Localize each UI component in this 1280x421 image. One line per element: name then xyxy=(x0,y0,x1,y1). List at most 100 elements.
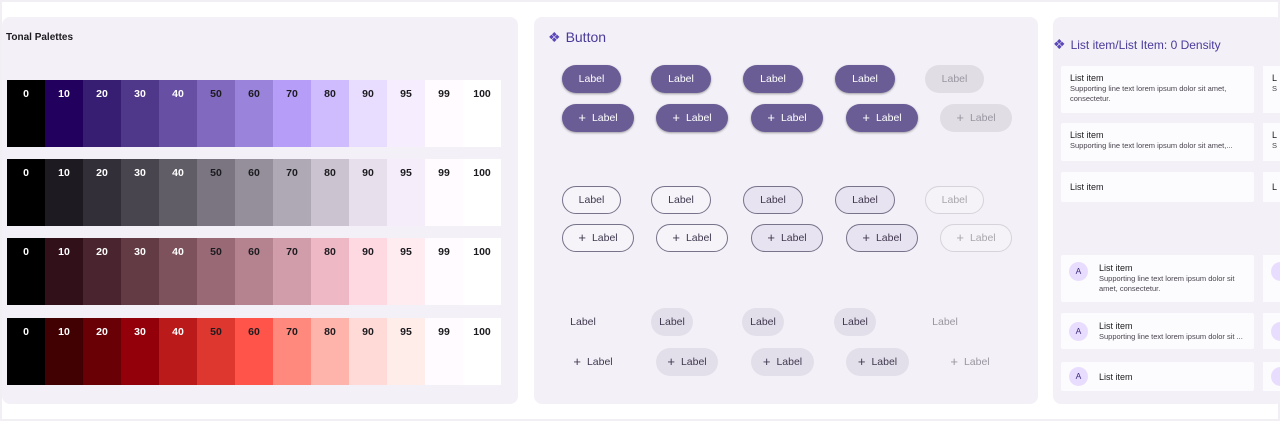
tone-label: 95 xyxy=(400,326,412,338)
filled-icon-button-focus[interactable]: + Label xyxy=(751,104,823,132)
tone-label: 30 xyxy=(134,326,146,338)
tone-label: 95 xyxy=(400,88,412,100)
filled-icon-button-pressed[interactable]: + Label xyxy=(846,104,918,132)
list-item-peek[interactable] xyxy=(1263,313,1280,349)
tone-label: 80 xyxy=(324,246,336,258)
list-item-avatar-one-line[interactable]: A List item xyxy=(1061,362,1254,391)
filled-button-pressed[interactable]: Label xyxy=(835,65,895,93)
button-label: Label xyxy=(776,356,803,368)
list-item-three-line[interactable]: List item Supporting line text lorem ips… xyxy=(1061,66,1254,113)
filled-button-hover[interactable]: Label xyxy=(651,65,711,93)
button-label: Label xyxy=(871,356,898,368)
tone-label: 70 xyxy=(286,88,298,100)
button-label: Label xyxy=(668,73,694,85)
avatar xyxy=(1271,262,1280,281)
tone-swatch: 95 xyxy=(387,238,425,305)
outlined-icon-button-pressed[interactable]: + Label xyxy=(846,224,918,252)
tone-label: 30 xyxy=(134,246,146,258)
tone-label: 100 xyxy=(473,167,491,179)
filled-icon-button-hover[interactable]: + Label xyxy=(656,104,728,132)
tone-label: 99 xyxy=(438,326,450,338)
plus-icon: + xyxy=(767,230,775,245)
list-item-supporting-text: Supporting line text lorem ipsum dolor s… xyxy=(1070,141,1233,150)
button-label: Label xyxy=(842,316,868,328)
plus-icon: + xyxy=(862,230,870,245)
tone-swatch: 40 xyxy=(159,238,197,305)
list-item-headline: List item xyxy=(1099,372,1133,382)
tone-label: 10 xyxy=(58,246,70,258)
tone-swatch: 95 xyxy=(387,159,425,226)
tone-label: 90 xyxy=(362,167,374,179)
tone-label: 30 xyxy=(134,167,146,179)
button-label: Label xyxy=(685,232,712,244)
outlined-icon-button[interactable]: + Label xyxy=(562,224,634,252)
button-label: Label xyxy=(875,232,902,244)
tone-swatch: 60 xyxy=(235,80,273,147)
button-label: Label xyxy=(750,316,776,328)
list-item-headline: L xyxy=(1272,182,1278,192)
tone-swatch: 90 xyxy=(349,80,387,147)
list-item-avatar-three-line[interactable]: A List item Supporting line text lorem i… xyxy=(1061,255,1254,302)
outlined-icon-button-focus[interactable]: + Label xyxy=(751,224,823,252)
outlined-icon-button-hover[interactable]: + Label xyxy=(656,224,728,252)
tone-label: 80 xyxy=(324,88,336,100)
tone-label: 60 xyxy=(248,246,260,258)
outlined-button-hover[interactable]: Label xyxy=(651,186,711,214)
button-label: Label xyxy=(932,316,958,328)
outlined-button-focus[interactable]: Label xyxy=(743,186,803,214)
tone-swatch: 90 xyxy=(349,238,387,305)
text-icon-button-hover[interactable]: + Label xyxy=(656,348,718,376)
tone-label: 50 xyxy=(210,326,222,338)
tone-label: 95 xyxy=(400,246,412,258)
text-icon-button-pressed[interactable]: + Label xyxy=(846,348,909,376)
tone-label: 40 xyxy=(172,326,184,338)
text-button-pressed[interactable]: Label xyxy=(834,308,876,336)
button-title-text: Button xyxy=(565,29,607,45)
button-label: Label xyxy=(591,112,618,124)
tone-swatch: 70 xyxy=(273,80,311,147)
button-label: Label xyxy=(760,194,786,206)
button-label: Label xyxy=(578,194,605,206)
tone-label: 90 xyxy=(362,246,374,258)
tone-label: 20 xyxy=(96,88,108,100)
outlined-button[interactable]: Label xyxy=(562,186,621,214)
button-panel: ❖ Button Label Label Label Label Label + L… xyxy=(534,17,1038,404)
plus-icon: + xyxy=(762,354,771,369)
tone-swatch: 20 xyxy=(83,318,121,385)
filled-button[interactable]: Label xyxy=(562,65,621,93)
plus-icon: + xyxy=(667,354,675,369)
text-button-focus[interactable]: Label xyxy=(742,308,784,336)
list-item-peek[interactable] xyxy=(1263,362,1280,391)
tone-swatch: 70 xyxy=(273,159,311,226)
button-label: Label xyxy=(969,232,996,244)
filled-icon-button[interactable]: + Label xyxy=(562,104,634,132)
plus-icon: + xyxy=(672,110,680,125)
list-item-two-line[interactable]: List item Supporting line text lorem ips… xyxy=(1061,123,1254,161)
button-label: Label xyxy=(969,112,996,124)
list-item-avatar-two-line[interactable]: A List item Supporting line text lorem i… xyxy=(1061,313,1254,349)
text-icon-button[interactable]: + Label xyxy=(564,348,622,376)
tone-swatch: 90 xyxy=(349,159,387,226)
tone-label: 90 xyxy=(362,326,374,338)
tone-swatch: 40 xyxy=(159,159,197,226)
text-button[interactable]: Label xyxy=(562,308,604,336)
tone-swatch: 30 xyxy=(121,318,159,385)
tone-label: 90 xyxy=(362,88,374,100)
outlined-button-pressed[interactable]: Label xyxy=(835,186,895,214)
button-label: Label xyxy=(668,194,694,206)
list-item-peek[interactable]: L xyxy=(1263,172,1280,202)
list-item-headline: List item xyxy=(1070,73,1104,83)
tone-label: 0 xyxy=(23,167,29,179)
plus-icon: + xyxy=(857,354,866,369)
text-button-hover[interactable]: Label xyxy=(651,308,693,336)
list-item-one-line[interactable]: List item xyxy=(1061,172,1254,202)
tone-label: 0 xyxy=(23,326,29,338)
text-icon-button-focus[interactable]: + Label xyxy=(751,348,814,376)
filled-button-focus[interactable]: Label xyxy=(743,65,803,93)
list-item-peek[interactable]: L S xyxy=(1263,123,1280,161)
tone-swatch: 70 xyxy=(273,318,311,385)
tone-label: 99 xyxy=(438,246,450,258)
list-item-peek[interactable] xyxy=(1263,255,1280,302)
list-item-peek[interactable]: L S xyxy=(1263,66,1280,113)
tone-swatch: 99 xyxy=(425,159,463,226)
